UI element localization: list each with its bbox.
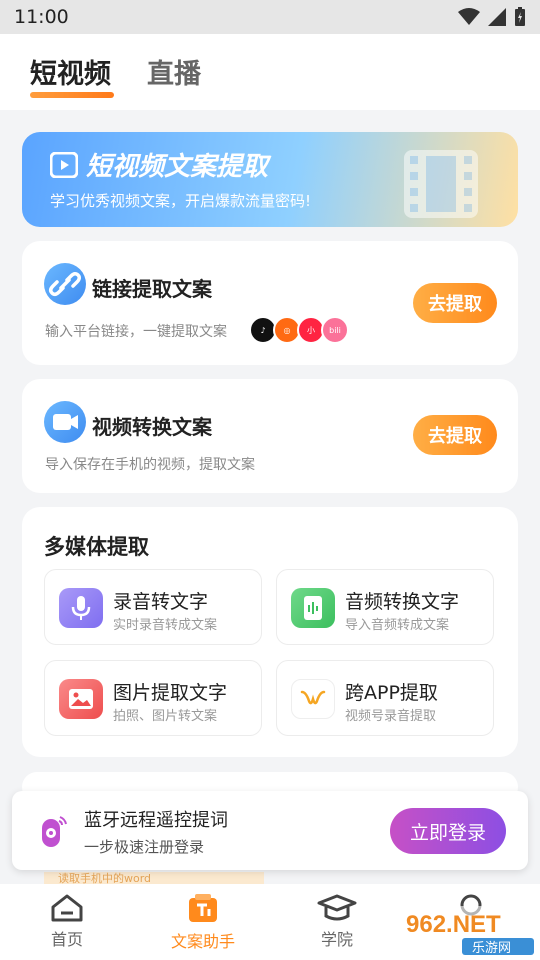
video-card-desc: 导入保存在手机的视频，提取文案 xyxy=(45,457,255,473)
cross-app-tile[interactable]: 跨APP提取 视频号录音提取 xyxy=(276,660,494,736)
image-icon xyxy=(59,679,103,719)
cross-app-sub: 视频号录音提取 xyxy=(345,709,437,724)
record-to-text-title: 录音转文字 xyxy=(113,591,209,613)
watermark-sub: 乐游网 xyxy=(472,941,511,956)
nav-academy-label: 学院 xyxy=(320,930,353,949)
video-extract-button[interactable]: 去提取 xyxy=(413,415,497,455)
status-time: 11:00 xyxy=(14,6,69,28)
battery-icon xyxy=(515,7,525,26)
watermark-text: 962.NET xyxy=(406,911,501,938)
nav-home[interactable]: 首页 xyxy=(22,894,112,950)
audio-to-text-sub: 导入音频转成文案 xyxy=(345,618,450,633)
tab-short-video[interactable]: 短视频 xyxy=(30,52,111,91)
audio-to-text-tile[interactable]: 音频转换文字 导入音频转成文案 xyxy=(276,569,494,645)
audio-to-text-title: 音频转换文字 xyxy=(345,591,460,613)
video-play-icon xyxy=(50,152,78,178)
image-to-text-sub: 拍照、图片转文案 xyxy=(113,709,218,724)
link-extract-button[interactable]: 去提取 xyxy=(413,283,497,323)
status-icons xyxy=(458,7,526,27)
video-camera-icon xyxy=(44,401,86,443)
graduation-cap-icon xyxy=(317,894,357,921)
status-bar: 11:00 xyxy=(0,0,540,34)
login-subtitle: 一步极速注册登录 xyxy=(84,838,205,856)
bilibili-icon: bili xyxy=(321,316,349,344)
multimedia-title: 多媒体提取 xyxy=(44,535,149,559)
copy-assistant-icon xyxy=(189,894,217,922)
link-card-title: 链接提取文案 xyxy=(92,277,212,301)
banner-title: 短视频文案提取 xyxy=(86,152,269,182)
cross-app-title: 跨APP提取 xyxy=(345,682,438,704)
video-card-title: 视频转换文案 xyxy=(92,415,212,439)
film-strip-icon xyxy=(404,150,478,218)
login-button[interactable]: 立即登录 xyxy=(390,808,506,854)
watermark-logo: 962.NET 乐游网 xyxy=(402,906,536,956)
signal-icon xyxy=(488,8,506,26)
record-to-text-sub: 实时录音转成文案 xyxy=(113,618,218,633)
remote-control-icon xyxy=(42,816,67,847)
link-card-desc: 输入平台链接，一键提取文案 xyxy=(45,324,227,340)
nav-academy[interactable]: 学院 xyxy=(292,894,382,950)
link-extract-card[interactable]: 链接提取文案 输入平台链接，一键提取文案 ♪ ◎ 小 bili 去提取 xyxy=(22,241,518,365)
video-convert-card[interactable]: 视频转换文案 导入保存在手机的视频，提取文案 去提取 xyxy=(22,379,518,493)
home-icon xyxy=(51,894,83,922)
login-title: 蓝牙远程遥控提词 xyxy=(84,810,228,831)
top-tabs: 短视频 直播 xyxy=(0,34,540,110)
image-to-text-tile[interactable]: 图片提取文字 拍照、图片转文案 xyxy=(44,660,262,736)
wechat-channels-icon xyxy=(291,679,335,719)
link-icon xyxy=(44,263,86,305)
platform-logos: ♪ ◎ 小 bili xyxy=(249,316,349,344)
promo-banner[interactable]: 短视频文案提取 学习优秀视频文案，开启爆款流量密码! xyxy=(22,132,518,227)
nav-copy-assistant-label: 文案助手 xyxy=(170,932,235,951)
login-prompt: 蓝牙远程遥控提词 一步极速注册登录 立即登录 xyxy=(12,791,528,870)
active-tab-indicator xyxy=(30,92,114,98)
nav-home-label: 首页 xyxy=(50,930,83,949)
multimedia-card: 多媒体提取 录音转文字 实时录音转成文案 音频转换文字 导入音频转成文案 图片提… xyxy=(22,507,518,757)
microphone-icon xyxy=(59,588,103,628)
wifi-icon xyxy=(458,8,480,25)
record-to-text-tile[interactable]: 录音转文字 实时录音转成文案 xyxy=(44,569,262,645)
banner-subtitle: 学习优秀视频文案，开启爆款流量密码! xyxy=(50,192,312,210)
tab-live[interactable]: 直播 xyxy=(147,52,201,91)
image-to-text-title: 图片提取文字 xyxy=(113,682,228,704)
audio-file-icon xyxy=(291,588,335,628)
nav-copy-assistant[interactable]: 文案助手 xyxy=(158,894,248,952)
